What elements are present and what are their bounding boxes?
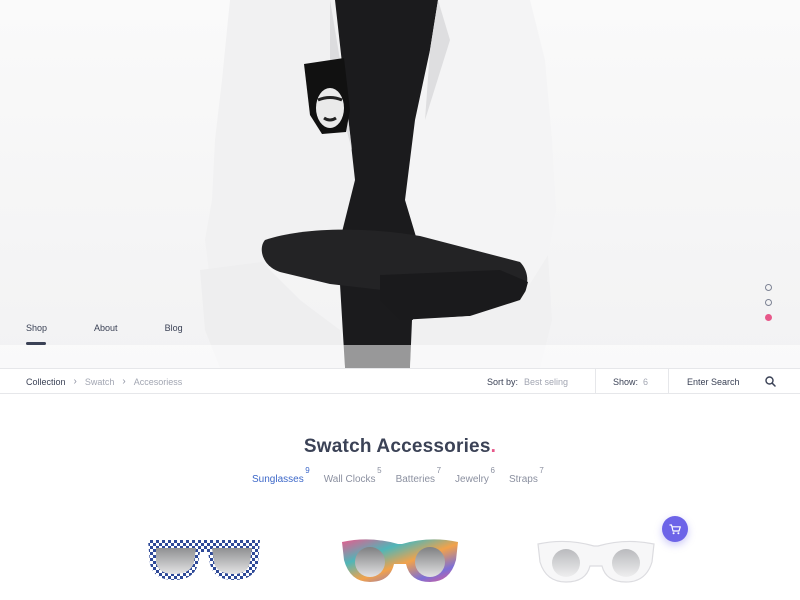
nav-item-shop[interactable]: Shop bbox=[26, 323, 47, 333]
breadcrumb: Collection › Swatch › Accesoriess bbox=[26, 369, 182, 394]
breadcrumb-swatch[interactable]: Swatch bbox=[85, 377, 115, 387]
sort-dropdown[interactable]: Best seling bbox=[524, 377, 568, 387]
tab-straps[interactable]: Straps 7 bbox=[508, 466, 544, 485]
slider-pagination bbox=[765, 284, 772, 321]
tab-sunglasses[interactable]: Sunglasses 9 bbox=[252, 466, 310, 485]
breadcrumb-accessories: Accesoriess bbox=[133, 376, 183, 387]
search-box bbox=[687, 369, 757, 394]
tab-count: 9 bbox=[305, 466, 310, 475]
tab-batteries[interactable]: Batteries 7 bbox=[395, 466, 441, 485]
sort-control: Sort by: Best seling bbox=[487, 369, 568, 394]
nav-band bbox=[0, 345, 800, 368]
section-title: Swatch Accessories. bbox=[0, 436, 800, 458]
tab-count: 7 bbox=[436, 466, 442, 475]
tab-label: Straps bbox=[508, 474, 538, 485]
tab-count: 5 bbox=[377, 466, 382, 475]
search-input[interactable] bbox=[687, 376, 757, 387]
category-tabs: Sunglasses 9 Wall Clocks 5 Batteries 7 Jewe… bbox=[252, 466, 558, 485]
nav-item-blog[interactable]: Blog bbox=[165, 323, 183, 333]
main-nav: Shop About Blog bbox=[26, 323, 230, 333]
hero-banner: Shop About Blog bbox=[0, 0, 800, 368]
filter-toolbar: Collection › Swatch › Accesoriess Sort b… bbox=[0, 368, 800, 394]
sort-label: Sort by: bbox=[487, 376, 519, 387]
nav-active-indicator bbox=[26, 342, 46, 345]
tab-count: 7 bbox=[539, 466, 544, 475]
tab-wall-clocks[interactable]: Wall Clocks 5 bbox=[323, 466, 382, 485]
product-image-rainbow-sunglasses[interactable] bbox=[340, 534, 460, 586]
slider-dot-3[interactable] bbox=[765, 314, 772, 321]
product-image-checkered-sunglasses[interactable] bbox=[144, 534, 264, 586]
cart-icon bbox=[669, 523, 681, 534]
tab-label: Wall Clocks bbox=[323, 474, 376, 485]
slider-dot-2[interactable] bbox=[765, 299, 772, 306]
add-to-cart-button[interactable] bbox=[662, 516, 688, 542]
chevron-right-icon: › bbox=[73, 376, 77, 387]
breadcrumb-collection[interactable]: Collection bbox=[26, 377, 66, 387]
toolbar-divider bbox=[595, 369, 596, 394]
show-count-dropdown[interactable]: 6 bbox=[643, 377, 648, 387]
section-title-text: Swatch Accessories bbox=[303, 436, 491, 457]
show-control: Show: 6 bbox=[613, 369, 648, 394]
search-icon[interactable] bbox=[765, 376, 776, 387]
tab-label: Sunglasses bbox=[252, 474, 304, 485]
tab-label: Batteries bbox=[395, 474, 436, 485]
product-image-clear-sunglasses[interactable] bbox=[536, 534, 656, 586]
nav-item-about[interactable]: About bbox=[94, 323, 118, 333]
section-title-accent: . bbox=[490, 436, 497, 457]
tab-label: Jewelry bbox=[455, 474, 489, 485]
slider-dot-1[interactable] bbox=[765, 284, 772, 291]
toolbar-divider bbox=[668, 369, 669, 394]
tab-jewelry[interactable]: Jewelry 6 bbox=[455, 466, 495, 485]
show-label: Show: bbox=[613, 376, 639, 387]
tab-count: 6 bbox=[490, 466, 495, 475]
chevron-right-icon: › bbox=[122, 376, 126, 387]
hero-model-image bbox=[200, 0, 556, 368]
